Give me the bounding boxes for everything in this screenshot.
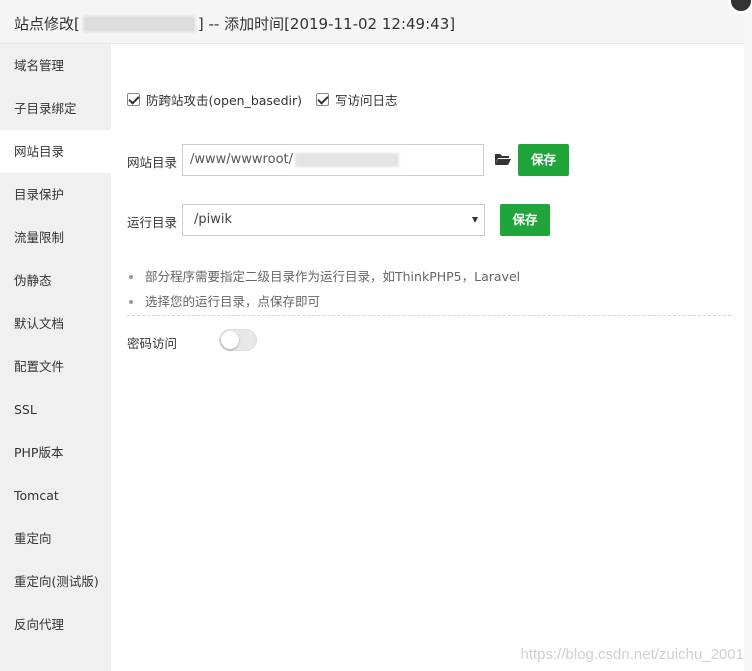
tips-list: 部分程序需要指定二级目录作为运行目录，如ThinkPHP5，Laravel 选择… xyxy=(127,268,733,318)
main-panel: 防跨站攻击(open_basedir) 写访问日志 网站目录 /www/wwwr… xyxy=(111,44,744,671)
title-prefix: 站点修改[ xyxy=(14,15,80,33)
sidebar: 域名管理 子目录绑定 网站目录 目录保护 流量限制 伪静态 默认文档 配置文件 … xyxy=(0,44,111,671)
sidebar-item-site-dir[interactable]: 网站目录 xyxy=(0,130,111,173)
sidebar-item-tomcat[interactable]: Tomcat xyxy=(0,474,111,517)
list-item: 部分程序需要指定二级目录作为运行目录，如ThinkPHP5，Laravel xyxy=(127,268,733,293)
sidebar-item-rewrite[interactable]: 伪静态 xyxy=(0,259,111,302)
divider xyxy=(127,315,731,316)
chevron-down-icon xyxy=(472,217,478,223)
anti-xss-checkbox[interactable] xyxy=(127,93,140,106)
run-dir-selected: /piwik xyxy=(194,212,233,227)
dialog-title: 站点修改[ ] -- 添加时间[2019-11-02 12:49:43] xyxy=(14,13,455,34)
sidebar-item-ssl[interactable]: SSL xyxy=(0,388,111,431)
site-dir-label: 网站目录 xyxy=(127,155,178,170)
site-dir-save-button[interactable]: 保存 xyxy=(518,144,569,176)
sidebar-item-reverse-proxy[interactable]: 反向代理 xyxy=(0,603,111,646)
sidebar-item-redirect[interactable]: 重定向 xyxy=(0,517,111,560)
password-access-label: 密码访问 xyxy=(127,336,178,351)
toggle-knob xyxy=(221,331,239,349)
site-dir-value: /www/wwwroot/ xyxy=(190,152,293,167)
sidebar-item-config-file[interactable]: 配置文件 xyxy=(0,345,111,388)
password-access-toggle[interactable] xyxy=(219,329,257,351)
site-dir-input[interactable]: /www/wwwroot/ xyxy=(182,144,484,176)
options-row: 防跨站攻击(open_basedir) 写访问日志 xyxy=(127,90,412,109)
site-edit-dialog: 站点修改[ ] -- 添加时间[2019-11-02 12:49:43] 域名管… xyxy=(0,0,752,671)
sidebar-item-domain[interactable]: 域名管理 xyxy=(0,44,111,87)
sidebar-item-subdir-binding[interactable]: 子目录绑定 xyxy=(0,87,111,130)
title-suffix: ] -- 添加时间[2019-11-02 12:49:43] xyxy=(197,15,456,33)
access-log-label: 写访问日志 xyxy=(335,93,398,108)
anti-xss-label: 防跨站攻击(open_basedir) xyxy=(146,93,303,108)
background-scrollbar xyxy=(744,0,752,671)
run-dir-select[interactable]: /piwik xyxy=(182,204,485,236)
sidebar-item-dir-protect[interactable]: 目录保护 xyxy=(0,173,111,216)
sidebar-item-redirect-beta[interactable]: 重定向(测试版) xyxy=(0,560,111,603)
run-dir-save-button[interactable]: 保存 xyxy=(500,204,550,236)
sidebar-item-default-doc[interactable]: 默认文档 xyxy=(0,302,111,345)
sidebar-item-php-version[interactable]: PHP版本 xyxy=(0,431,111,474)
folder-open-icon[interactable] xyxy=(494,152,512,166)
watermark: https://blog.csdn.net/zuichu_2001 xyxy=(520,646,745,663)
redacted-path xyxy=(295,152,399,167)
run-dir-label: 运行目录 xyxy=(127,215,178,230)
sidebar-item-traffic-limit[interactable]: 流量限制 xyxy=(0,216,111,259)
redacted-domain xyxy=(82,15,195,32)
dialog-titlebar: 站点修改[ ] -- 添加时间[2019-11-02 12:49:43] xyxy=(0,0,752,44)
access-log-checkbox[interactable] xyxy=(316,93,330,106)
